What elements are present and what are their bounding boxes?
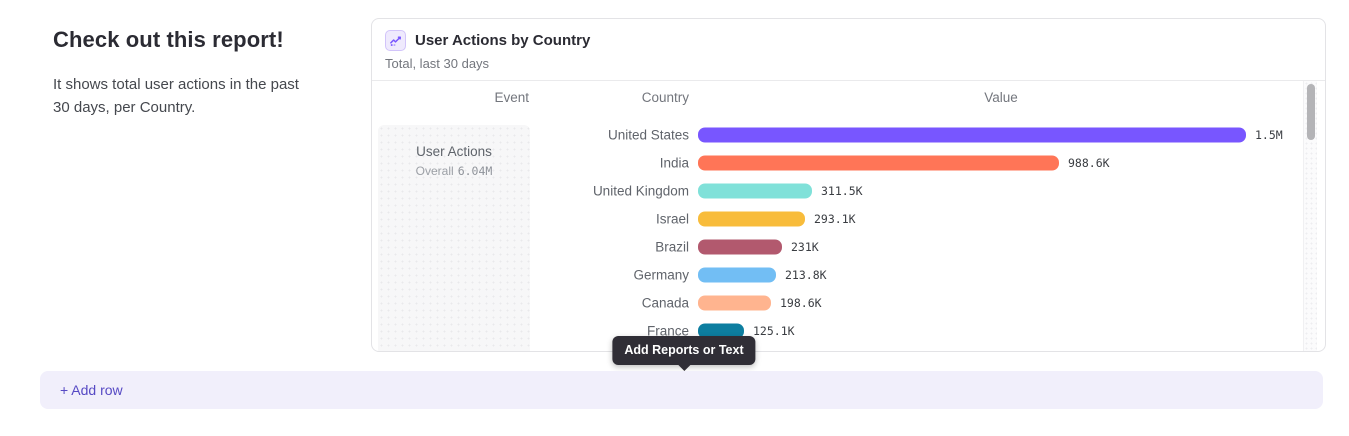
chart-row[interactable]: United Kingdom 311.5K: [372, 183, 1325, 199]
chart-row[interactable]: United States 1.5M: [372, 127, 1325, 143]
value-bar[interactable]: [698, 156, 1059, 171]
tooltip-label: Add Reports or Text: [624, 343, 743, 357]
report-card-header: User Actions by Country Total, last 30 d…: [372, 19, 1325, 81]
country-label: India: [539, 156, 689, 171]
value-bar[interactable]: [698, 296, 771, 311]
add-row-button[interactable]: + Add row: [40, 371, 1323, 409]
value-bar[interactable]: [698, 240, 782, 255]
country-label: Canada: [539, 296, 689, 311]
chart-scrollbar-thumb[interactable]: [1307, 84, 1315, 140]
country-label: Brazil: [539, 240, 689, 255]
intro-title: Check out this report!: [53, 27, 303, 53]
country-label: United States: [539, 128, 689, 143]
tooltip-caret-icon: [677, 364, 691, 371]
country-label: Germany: [539, 268, 689, 283]
chart-row[interactable]: India 988.6K: [372, 155, 1325, 171]
value-label: 988.6K: [1068, 156, 1110, 170]
value-bar[interactable]: [698, 268, 776, 283]
add-reports-tooltip: Add Reports or Text: [612, 336, 755, 365]
bar-rows: United States 1.5M India 988.6K United Kingd…: [372, 81, 1325, 351]
chart-row[interactable]: Brazil 231K: [372, 239, 1325, 255]
value-label: 198.6K: [780, 296, 822, 310]
report-card[interactable]: User Actions by Country Total, last 30 d…: [371, 18, 1326, 352]
report-title: User Actions by Country: [415, 32, 590, 49]
value-bar[interactable]: [698, 212, 805, 227]
chart-row[interactable]: Canada 198.6K: [372, 295, 1325, 311]
chart-row[interactable]: Israel 293.1K: [372, 211, 1325, 227]
intro-description: It shows total user actions in the past …: [53, 73, 303, 120]
value-label: 213.8K: [785, 268, 827, 282]
value-label: 311.5K: [821, 184, 863, 198]
chart-row[interactable]: France125.1K: [372, 323, 1325, 339]
chart-row[interactable]: Germany 213.8K: [372, 267, 1325, 283]
value-label: 125.1K: [753, 324, 795, 338]
chart-area: Event Country Value User Actions Overall…: [372, 81, 1325, 351]
line-chart-icon: [385, 30, 406, 51]
chart-scrollbar[interactable]: [1303, 81, 1317, 351]
value-label: 1.5M: [1255, 128, 1283, 142]
value-label: 231K: [791, 240, 819, 254]
intro-panel: Check out this report! It shows total us…: [53, 27, 303, 120]
value-bar[interactable]: [698, 184, 812, 199]
value-bar[interactable]: [698, 128, 1246, 143]
country-label: Israel: [539, 212, 689, 227]
country-label: United Kingdom: [539, 184, 689, 199]
value-label: 293.1K: [814, 212, 856, 226]
report-subtitle: Total, last 30 days: [385, 56, 1312, 71]
add-row-label: + Add row: [60, 382, 123, 398]
